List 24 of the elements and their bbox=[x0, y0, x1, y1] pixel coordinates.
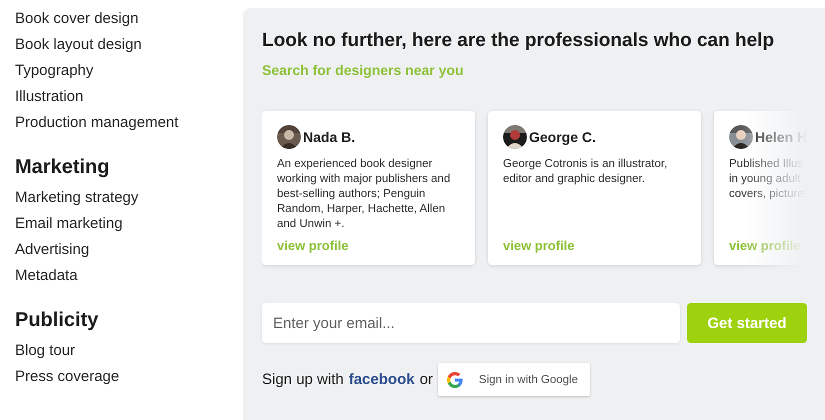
sidebar-link[interactable]: Illustration bbox=[15, 84, 84, 110]
sidebar-link[interactable]: Marketing strategy bbox=[15, 185, 138, 211]
sidebar-link[interactable]: Book layout design bbox=[15, 32, 142, 58]
sidebar-link[interactable]: Email marketing bbox=[15, 211, 123, 237]
sidebar-link[interactable]: Metadata bbox=[15, 263, 78, 289]
sidebar-heading: Marketing bbox=[15, 156, 110, 179]
facebook-link[interactable]: facebook bbox=[348, 371, 415, 388]
signup-text: Sign up with bbox=[262, 371, 344, 388]
designer-bio: An experienced book designer working with major publishers and best-selling authors; Penguin Random, Harper, Hachette, Allen and Unwin +. bbox=[277, 157, 452, 232]
sidebar-link[interactable]: Typography bbox=[15, 58, 94, 84]
section-title: Look no further, here are the professionals who can help bbox=[262, 30, 776, 52]
signup-text: or bbox=[420, 371, 433, 388]
google-g-icon bbox=[446, 372, 463, 388]
sidebar-link[interactable]: Advertising bbox=[15, 237, 90, 263]
sidebar-heading: Publicity bbox=[15, 309, 100, 332]
designer-bio: George Cotronis is an illustrator, editor and graphic designer. bbox=[503, 157, 668, 187]
sidebar-link[interactable]: Blog tour bbox=[15, 338, 76, 364]
sidebar-link[interactable]: Press coverage bbox=[15, 364, 120, 390]
email-field[interactable]: Enter your email... bbox=[262, 303, 680, 343]
google-signin-button[interactable]: Sign in with Google bbox=[438, 363, 590, 396]
designer-name: Nada B. bbox=[303, 129, 356, 145]
sidebar-link[interactable]: Book cover design bbox=[15, 6, 138, 32]
sidebar-link[interactable]: Production management bbox=[15, 110, 178, 136]
designer-name: George C. bbox=[529, 129, 596, 145]
